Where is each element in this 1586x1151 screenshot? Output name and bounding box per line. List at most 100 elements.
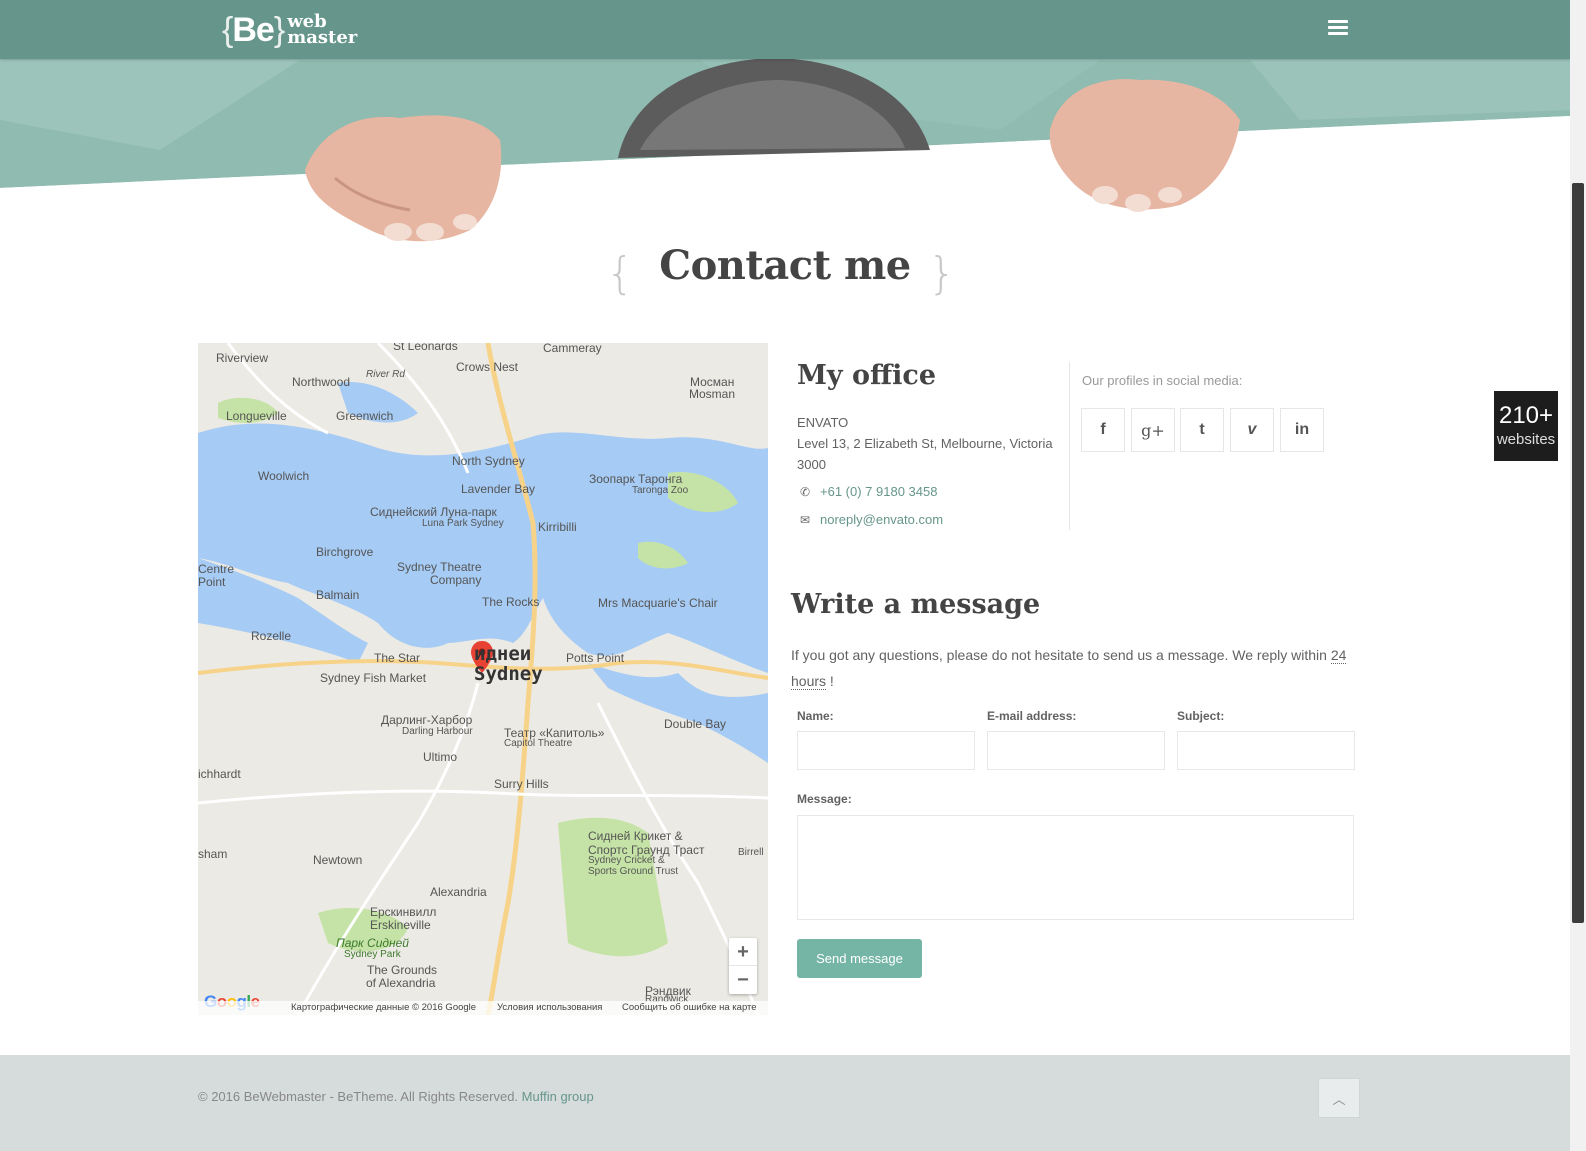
map-city-label-en: Sydney (474, 663, 543, 685)
map-label: of Alexandria (366, 976, 436, 990)
map-data-credit: Картографические данные © 2016 Google (291, 1002, 477, 1013)
twitter-icon: t (1199, 421, 1205, 438)
chevron-up-icon: ︿ (1332, 1091, 1346, 1107)
map-zoom-control: + − (729, 938, 757, 994)
map-label: Surry Hills (494, 777, 549, 791)
map-label: River Rd (366, 369, 405, 380)
form-heading: Write a message (791, 589, 1041, 620)
vimeo-button[interactable]: v (1230, 408, 1274, 452)
hero-banner: {Be} web master (0, 0, 1586, 260)
map-label: Mosman (689, 387, 736, 401)
phone-icon: ✆ (800, 484, 811, 499)
send-message-button[interactable]: Send message (797, 939, 922, 978)
page-scrollbar[interactable] (1570, 0, 1586, 1151)
map-label: ichhardt (198, 767, 241, 781)
map-label: Kirribilli (538, 520, 577, 534)
social-heading: Our profiles in social media: (1082, 373, 1243, 388)
map-label: North Sydney (452, 454, 525, 468)
hamburger-menu-icon[interactable] (1328, 20, 1348, 36)
map-label: Rozelle (251, 629, 292, 643)
map-label: Riverview (216, 351, 269, 365)
map-label: Sydney Theatre (397, 560, 482, 574)
websites-badge[interactable]: 210+ websites (1494, 391, 1558, 461)
map-label: Luna Park Sydney (422, 518, 504, 529)
linkedin-icon: in (1294, 421, 1310, 438)
name-input[interactable] (797, 731, 975, 770)
form-intro: If you got any questions, please do not … (791, 647, 1347, 690)
map-label: Сиднейский Луна-парк (370, 505, 497, 519)
map-label: Woolwich (258, 469, 310, 483)
google-map[interactable]: Riverview St Leonards Cammeray Northwood… (198, 343, 768, 1015)
map-label: Alexandria (430, 885, 487, 899)
subject-label: Subject: (1177, 709, 1225, 723)
email-label: E-mail address: (987, 709, 1077, 723)
map-label: St Leonards (393, 343, 458, 353)
column-divider (1069, 362, 1070, 530)
map-label: Company (430, 573, 482, 587)
office-company: ENVATO (797, 415, 849, 430)
map-label: Зоопарк Таронга (589, 472, 683, 486)
map-label: Longueville (226, 409, 287, 423)
back-to-top-button[interactable]: ︿ (1318, 1078, 1360, 1118)
twitter-button[interactable]: t (1180, 408, 1224, 452)
linkedin-button[interactable]: in (1280, 408, 1324, 452)
map-label: Newtown (313, 853, 363, 867)
map-label: sham (198, 847, 228, 861)
office-address-line2: 3000 (797, 457, 826, 472)
map-city-label-ru: иднеи (474, 643, 532, 665)
email-input[interactable] (987, 731, 1165, 770)
map-label: Sydney Park (344, 949, 401, 960)
map-label: Lavender Bay (461, 482, 536, 496)
name-label: Name: (797, 709, 834, 723)
office-phone-link[interactable]: +61 (0) 7 9180 3458 (820, 484, 937, 499)
facebook-button[interactable]: f (1081, 408, 1125, 452)
map-label: Sydney Cricket & (588, 855, 665, 866)
zoom-in-button[interactable]: + (729, 938, 757, 966)
office-phone-row: ✆ +61 (0) 7 9180 3458 (800, 484, 937, 499)
map-label: Crows Nest (456, 360, 519, 374)
map-label: Сидней Крикет & (588, 829, 683, 843)
subject-input[interactable] (1177, 731, 1355, 770)
page: {Be} web master { Contact me } Riverview… (0, 0, 1586, 1151)
map-label: Mrs Macquarie's Chair (598, 596, 718, 610)
copyright-text: © 2016 BeWebmaster - BeTheme. All Rights… (198, 1089, 594, 1104)
map-label: Ultimo (423, 750, 458, 764)
scrollbar-thumb[interactable] (1572, 183, 1584, 923)
section-title-wrap: Contact me (0, 242, 1570, 289)
map-label: Дарлинг-Харбор (381, 713, 473, 727)
map-label: Double Bay (664, 717, 727, 731)
map-report-link[interactable]: Сообщить об ошибке на карте (622, 1001, 757, 1015)
map-attribution-bar: Картографические данные © 2016 Google Ус… (198, 1001, 768, 1015)
zoom-out-button[interactable]: − (729, 966, 757, 994)
office-email-link[interactable]: noreply@envato.com (820, 512, 943, 527)
muffin-group-link[interactable]: Muffin group (522, 1089, 594, 1104)
map-label: Darling Harbour (402, 726, 473, 737)
map-label: Balmain (316, 588, 360, 602)
message-textarea[interactable] (797, 815, 1354, 920)
google-plus-icon: g+ (1141, 420, 1165, 440)
logo-wordmark: web master (287, 13, 357, 47)
map-label: Sports Ground Trust (588, 866, 679, 877)
map-label: Ерскинвилл (370, 905, 437, 919)
vimeo-icon: v (1247, 421, 1257, 438)
map-label: Парк Сидней (336, 936, 409, 950)
site-logo[interactable]: {Be} web master (222, 10, 357, 50)
map-label: Northwood (292, 375, 351, 389)
office-heading: My office (797, 360, 937, 391)
title-brace-close: } (928, 248, 956, 299)
map-label: Cammeray (543, 343, 602, 355)
map-terms-link[interactable]: Условия использования (497, 1001, 602, 1015)
map-label: Centre (198, 562, 235, 576)
message-label: Message: (797, 792, 852, 806)
map-label: Birrell (738, 847, 764, 858)
office-address-line1: Level 13, 2 Elizabeth St, Melbourne, Vic… (797, 436, 1053, 451)
map-label: Greenwich (336, 409, 394, 423)
badge-number: 210+ (1498, 402, 1554, 429)
map-label: Taronga Zoo (632, 485, 689, 496)
map-label: Sydney Fish Market (320, 671, 427, 685)
google-plus-button[interactable]: g+ (1131, 408, 1175, 452)
office-email-row: ✉ noreply@envato.com (800, 512, 943, 527)
facebook-icon: f (1100, 421, 1106, 438)
map-label: Birchgrove (316, 545, 374, 559)
map-label: The Rocks (482, 595, 540, 609)
